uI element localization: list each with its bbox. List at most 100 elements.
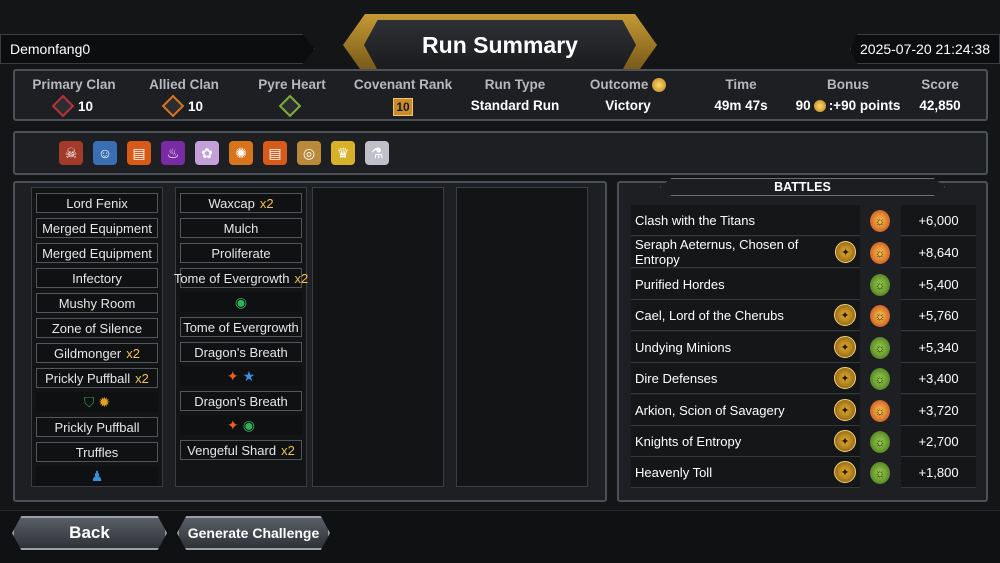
- generate-challenge-button[interactable]: Generate Challenge: [177, 516, 330, 550]
- card-multiplier: x2: [135, 370, 149, 386]
- card-name: Proliferate: [211, 245, 271, 261]
- card-name: Dragon's Breath: [194, 393, 288, 409]
- deck-card[interactable]: Prickly Puffball: [36, 417, 158, 437]
- battle-row[interactable]: Heavenly Toll ✦: [631, 457, 860, 488]
- scroll-icon[interactable]: ▤: [263, 141, 287, 165]
- card-name: Waxcap: [208, 195, 255, 211]
- deck-card[interactable]: Dragon's Breath: [180, 391, 302, 411]
- run-type-value: Standard Run: [470, 98, 560, 113]
- battle-row[interactable]: Knights of Entropy ✦: [631, 426, 860, 457]
- deck-card[interactable]: Waxcap x2: [180, 193, 302, 213]
- demon-mask-icon[interactable]: ☠: [59, 141, 83, 165]
- deck-column-1: Lord Fenix Merged Equipment Merged Equipme…: [31, 187, 163, 487]
- card-name: Infectory: [72, 270, 122, 286]
- battle-reward-icon: ✦: [834, 399, 856, 421]
- bonus-value-prefix: 90: [795, 98, 811, 113]
- run-type-stat: Run Type Standard Run: [460, 71, 570, 113]
- battles-panel: Clash with the Titans ☼ +6,000 Seraph Aeter…: [617, 181, 988, 502]
- figure-blue-icon: ♟: [90, 467, 104, 484]
- battle-score: +8,640: [901, 237, 976, 268]
- outcome-value: Victory: [605, 98, 651, 114]
- boss-icon: ☼: [865, 363, 895, 394]
- battle-row[interactable]: Dire Defenses ✦: [631, 363, 860, 394]
- card-upgrades: ◉: [180, 292, 302, 312]
- battle-row[interactable]: Seraph Aeternus, Chosen of Entropy ✦: [631, 237, 860, 268]
- deck-card[interactable]: Gildmonger x2: [36, 343, 158, 363]
- battle-score: +1,800: [901, 457, 976, 488]
- card-name: Tome of Evergrowth: [183, 319, 299, 335]
- deck-card[interactable]: Merged Equipment: [36, 243, 158, 263]
- primary-clan-label: Primary Clan: [32, 77, 116, 92]
- battle-row[interactable]: Arkion, Scion of Savagery ✦: [631, 395, 860, 426]
- card-multiplier: x2: [126, 345, 140, 361]
- covenant-rank-label: Covenant Rank: [353, 77, 453, 92]
- player-name-bar: Demonfang0: [0, 34, 315, 64]
- deck-column-3: [312, 187, 444, 487]
- card-upgrades: ✦ ◉: [180, 415, 302, 435]
- deck-card[interactable]: Merged Equipment: [36, 218, 158, 238]
- deck-card[interactable]: Zone of Silence: [36, 318, 158, 338]
- cleric-icon[interactable]: ☺: [93, 141, 117, 165]
- card-multiplier: x2: [259, 195, 274, 211]
- battle-row[interactable]: Clash with the Titans: [631, 205, 860, 236]
- pyre-heart-icon: [278, 94, 302, 118]
- potion-icon[interactable]: ⚗: [365, 141, 389, 165]
- deck-card[interactable]: Tome of Evergrowth: [180, 317, 302, 337]
- boss-icon: ☼: [865, 269, 895, 300]
- deck-card[interactable]: Prickly Puffball x2: [36, 368, 158, 388]
- boss-icon: ☼: [865, 332, 895, 363]
- allied-clan-stat: Allied Clan 10: [129, 71, 239, 118]
- outcome-label: Outcome: [589, 77, 649, 92]
- pyre-heart-label: Pyre Heart: [258, 77, 326, 92]
- battle-name: Knights of Entropy: [635, 433, 742, 449]
- scroll-icon[interactable]: ▤: [127, 141, 151, 165]
- datetime-bar: 2025-07-20 21:24:38: [850, 34, 1000, 64]
- page-title: Run Summary: [364, 20, 636, 70]
- card-name: Dragon's Breath: [194, 344, 288, 360]
- covenant-rank-badge: 10: [393, 98, 413, 116]
- covenant-rank-stat: Covenant Rank 10: [348, 71, 458, 116]
- battle-reward-icon: ✦: [834, 304, 856, 326]
- battle-name: Clash with the Titans: [635, 212, 755, 228]
- battle-row[interactable]: Cael, Lord of the Cherubs ✦: [631, 300, 860, 331]
- battle-name: Purified Hordes: [635, 276, 725, 292]
- battle-name: Heavenly Toll: [635, 464, 713, 480]
- back-button[interactable]: Back: [12, 516, 167, 550]
- deck-column-4: [456, 187, 588, 487]
- card-upgrades: ✦ ★: [180, 366, 302, 386]
- boss-icon: ☼: [865, 457, 895, 488]
- cauldron-icon[interactable]: ♨: [161, 141, 185, 165]
- card-name: Lord Fenix: [66, 195, 128, 211]
- deck-card[interactable]: Truffles: [36, 442, 158, 462]
- deck-card[interactable]: Lord Fenix: [36, 193, 158, 213]
- battle-row[interactable]: Purified Hordes: [631, 269, 860, 300]
- deck-card[interactable]: Mulch: [180, 218, 302, 238]
- card-name: Mushy Room: [58, 295, 136, 311]
- deck-card[interactable]: Tome of Evergrowth x2: [174, 268, 308, 288]
- gold-coin-icon: [813, 99, 826, 112]
- amulet-icon[interactable]: ◎: [297, 141, 321, 165]
- crown-icon[interactable]: ♛: [331, 141, 355, 165]
- deck-card[interactable]: Proliferate: [180, 243, 302, 263]
- battle-score: +5,340: [901, 332, 976, 363]
- primary-clan-emblem-icon: [51, 94, 75, 118]
- player-name: Demonfang0: [10, 41, 91, 57]
- skull-bouquet-icon[interactable]: ✿: [195, 141, 219, 165]
- card-upgrades: ♟: [36, 466, 158, 486]
- battle-row[interactable]: Undying Minions ✦: [631, 332, 860, 363]
- eye-green-icon: ◉: [242, 416, 255, 433]
- battle-name: Arkion, Scion of Savagery: [635, 402, 785, 418]
- primary-clan-value: 10: [77, 98, 94, 114]
- primary-clan-stat: Primary Clan 10: [19, 71, 129, 118]
- deck-card[interactable]: Vengeful Shard x2: [180, 440, 302, 460]
- deck-card[interactable]: Mushy Room: [36, 293, 158, 313]
- battle-name: Seraph Aeternus, Chosen of Entropy: [635, 237, 799, 267]
- octopus-icon[interactable]: ✺: [229, 141, 253, 165]
- time-label: Time: [725, 77, 757, 92]
- card-name: Tome of Evergrowth: [173, 270, 290, 286]
- deck-card[interactable]: Infectory: [36, 268, 158, 288]
- deck-card[interactable]: Dragon's Breath: [180, 342, 302, 362]
- boss-icon: ☼: [865, 237, 895, 268]
- bonus-label: Bonus: [827, 77, 869, 92]
- card-name: Vengeful Shard: [187, 442, 277, 458]
